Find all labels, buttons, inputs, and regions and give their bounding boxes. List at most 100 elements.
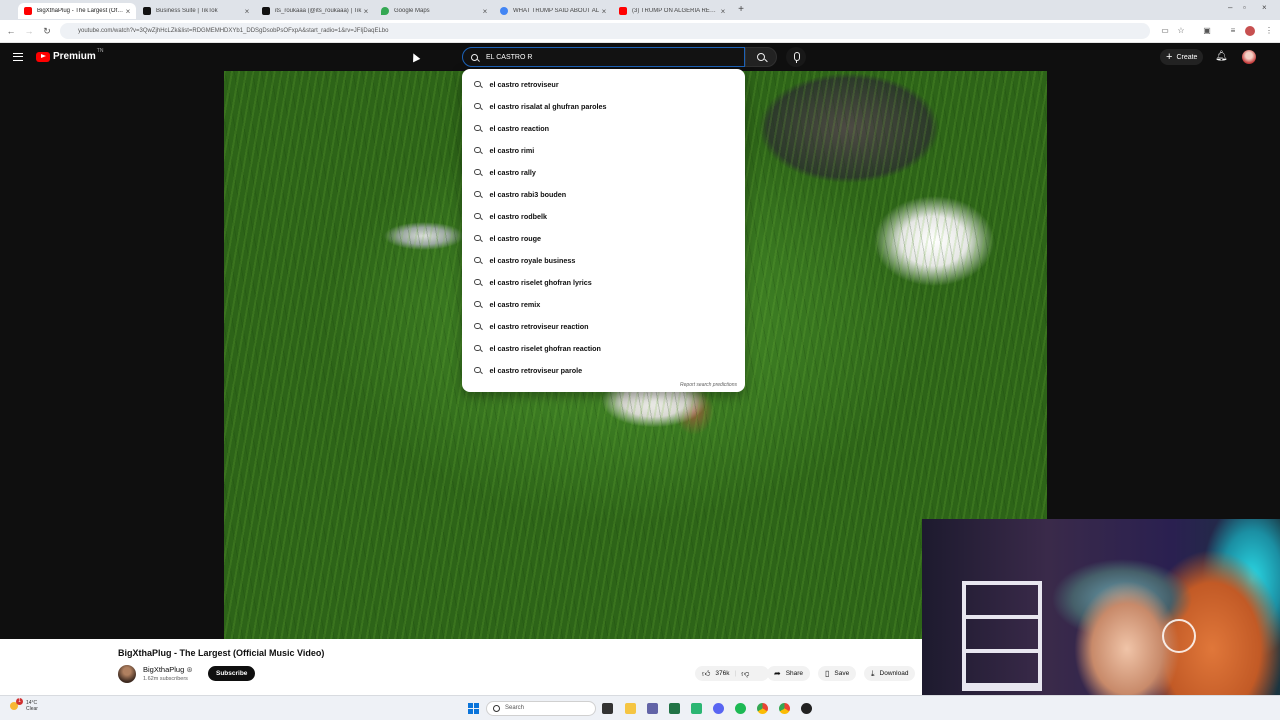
save-button[interactable]: ▯ Save — [818, 666, 857, 681]
search-icon — [757, 53, 765, 61]
suggestion-item[interactable]: el castro retroviseur reaction — [462, 315, 745, 337]
search-icon — [474, 344, 481, 352]
suggestion-text: el castro rodbelk — [489, 211, 548, 221]
youtube-premium-logo[interactable]: Premium TN — [36, 48, 103, 62]
search-button[interactable] — [745, 47, 777, 67]
file-explorer-icon[interactable] — [625, 703, 636, 714]
search-input[interactable] — [486, 53, 716, 61]
search-icon — [474, 190, 481, 198]
suggestion-text: el castro riselet ghofran reaction — [489, 343, 601, 353]
chrome-icon[interactable] — [757, 703, 768, 714]
window-close-icon[interactable]: × — [1262, 3, 1267, 12]
suggestion-text: el castro retroviseur — [489, 79, 559, 89]
suggestion-text: el castro rabi3 bouden — [489, 189, 567, 199]
subscribe-button[interactable]: Subscribe — [208, 666, 256, 681]
reload-icon[interactable]: ↻ — [42, 26, 52, 36]
notifications-bell-icon[interactable]: 🔔︎ — [1215, 52, 1228, 62]
search-icon — [474, 80, 481, 88]
obs-icon[interactable] — [801, 703, 812, 714]
suggestion-text: el castro reaction — [489, 123, 550, 133]
cast-icon[interactable]: ▭ — [1160, 26, 1170, 36]
close-icon[interactable]: × — [481, 7, 489, 16]
search-icon — [474, 234, 481, 242]
suggestion-item[interactable]: el castro risalat al ghufran paroles — [462, 95, 745, 117]
youtube-header: Premium TN + Create 🔔︎ — [0, 43, 1272, 71]
chrome-icon[interactable] — [779, 703, 790, 714]
teams-icon[interactable] — [647, 703, 658, 714]
windows-taskbar: 1 14°C Clear Search — [0, 695, 1280, 720]
close-icon[interactable]: × — [243, 7, 251, 16]
suggestion-item[interactable]: el castro rouge — [462, 227, 745, 249]
maximize-icon[interactable]: ▫ — [1243, 3, 1246, 12]
bookmark-star-icon[interactable]: ☆ — [1176, 26, 1186, 36]
suggestion-item[interactable]: el castro royale business — [462, 249, 745, 271]
search-icon — [474, 366, 481, 374]
browser-tab-strip: BigXthaPlug - The Largest (Offi... × Bus… — [0, 0, 1280, 20]
download-button[interactable]: ⤓ Download — [864, 666, 916, 681]
search-box[interactable] — [462, 47, 745, 67]
save-label: Save — [834, 670, 850, 677]
browser-tab-google-search[interactable]: WHAT TRUMP SAID ABOUT AL × — [494, 3, 612, 19]
search-icon — [474, 212, 481, 220]
photos-icon[interactable] — [691, 703, 702, 714]
weather-widget[interactable]: 1 14°C Clear — [10, 698, 38, 712]
profile-avatar-icon[interactable] — [1245, 26, 1255, 36]
notification-badge: 1 — [16, 698, 23, 705]
tiktok-favicon-icon — [262, 7, 270, 15]
forward-arrow-icon[interactable]: → — [24, 26, 34, 36]
browser-tab-youtube[interactable]: BigXthaPlug - The Largest (Offi... × — [18, 3, 136, 19]
like-count[interactable]: 376k — [715, 670, 729, 677]
close-icon[interactable]: × — [600, 7, 608, 16]
suggestion-item[interactable]: el castro reaction — [462, 117, 745, 139]
youtube-favicon-icon — [24, 7, 32, 15]
channel-avatar[interactable] — [118, 665, 136, 683]
excel-icon[interactable] — [669, 703, 680, 714]
search-suggestions-dropdown: el castro retroviseur el castro risalat … — [462, 69, 745, 392]
url-field[interactable]: youtube.com/watch?v=3QwZjhHcLZk&list=RDG… — [60, 23, 1150, 39]
taskbar-search-box[interactable]: Search — [486, 701, 596, 716]
google-favicon-icon — [500, 7, 508, 15]
browser-tab-tiktok-business[interactable]: Business Suite | TikTok × — [137, 3, 255, 19]
windows-start-icon[interactable] — [468, 703, 479, 714]
hamburger-menu-icon[interactable] — [13, 53, 23, 61]
suggestion-text: el castro retroviseur reaction — [489, 321, 589, 331]
suggestion-item[interactable]: el castro retroviseur — [462, 73, 745, 95]
spotify-icon[interactable] — [735, 703, 746, 714]
suggestion-item[interactable]: el castro rimi — [462, 139, 745, 161]
verified-check-icon: ⊛ — [186, 665, 193, 674]
suggestion-item[interactable]: el castro rodbelk — [462, 205, 745, 227]
suggestion-item[interactable]: el castro riselet ghofran lyrics — [462, 271, 745, 293]
share-button[interactable]: ➦ Share — [767, 666, 811, 681]
back-arrow-icon[interactable]: ← — [6, 26, 16, 36]
maps-pin-icon — [381, 7, 389, 15]
minimize-icon[interactable]: – — [1228, 3, 1232, 12]
suggestion-item[interactable]: el castro remix — [462, 293, 745, 315]
discord-icon[interactable] — [713, 703, 724, 714]
extensions-icon[interactable]: ▣ — [1202, 26, 1212, 36]
close-icon[interactable]: × — [719, 7, 727, 16]
suggestion-item[interactable]: el castro rally — [462, 161, 745, 183]
thumbs-up-icon[interactable]: 👍︎ — [702, 669, 710, 679]
create-button[interactable]: + Create — [1160, 49, 1204, 65]
account-avatar[interactable] — [1242, 50, 1256, 64]
share-arrow-icon: ➦ — [774, 669, 781, 678]
report-search-predictions-link[interactable]: Report search predictions — [680, 382, 737, 388]
kebab-menu-icon[interactable]: ⋮ — [1264, 26, 1274, 36]
search-icon — [474, 278, 481, 286]
browser-tab-google-maps[interactable]: Google Maps × — [375, 3, 493, 19]
suggestion-item[interactable]: el castro retroviseur parole — [462, 359, 745, 381]
close-icon[interactable]: × — [362, 7, 370, 16]
suggestion-item[interactable]: el castro rabi3 bouden — [462, 183, 745, 205]
new-tab-plus-icon[interactable]: + — [736, 3, 746, 17]
youtube-favicon-icon — [619, 7, 627, 15]
browser-tab-tiktok-profile[interactable]: its_roukaaa (@its_roukaaa) | Tik × — [256, 3, 374, 19]
suggestion-text: el castro rouge — [489, 233, 542, 243]
channel-name[interactable]: BigXthaPlug ⊛ — [143, 665, 193, 674]
thumbs-down-icon[interactable]: 👎︎ — [741, 669, 749, 679]
browser-tab-youtube-2[interactable]: (3) TRUMP ON ALGERIA REGIME × — [613, 3, 731, 19]
task-view-icon[interactable] — [602, 703, 613, 714]
suggestion-item[interactable]: el castro riselet ghofran reaction — [462, 337, 745, 359]
sidebar-icon[interactable]: ≡ — [1228, 26, 1238, 36]
voice-search-mic-icon[interactable] — [786, 47, 806, 67]
close-icon[interactable]: × — [124, 7, 132, 16]
